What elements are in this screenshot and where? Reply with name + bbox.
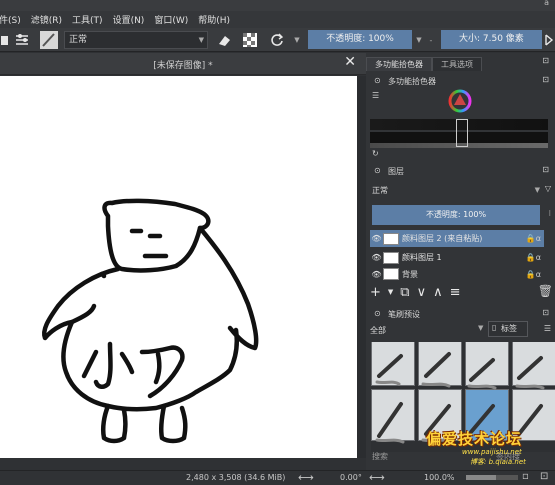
brush-size-slider[interactable]: 大小: 7.50 像素 bbox=[441, 30, 542, 49]
layer-properties-icon[interactable]: ≡ bbox=[450, 285, 461, 300]
layer-lock-icon[interactable]: 🔒α bbox=[514, 270, 544, 279]
rotate-icon[interactable]: ⟷ bbox=[298, 471, 314, 484]
fullscreen-icon[interactable]: ⊡ bbox=[540, 471, 548, 482]
drawing-canvas[interactable] bbox=[0, 76, 357, 458]
layer-blend-select[interactable]: 正常 ▼ bbox=[370, 184, 540, 197]
layer-blend-value: 正常 bbox=[372, 186, 388, 195]
chevron-down-icon: ▼ bbox=[534, 186, 540, 194]
window-title-bar: ā bbox=[0, 0, 555, 11]
separator-icon: - bbox=[429, 35, 433, 45]
close-icon[interactable]: ✕ bbox=[344, 54, 356, 70]
visibility-eye-icon[interactable]: 👁 bbox=[370, 234, 383, 243]
view-options-icon[interactable]: ☰ bbox=[544, 324, 551, 333]
sketch-drawing bbox=[42, 198, 259, 444]
tab-color-selector[interactable]: 多功能拾色器 bbox=[366, 57, 432, 71]
layer-thumbnail bbox=[383, 232, 399, 245]
opacity-stepper[interactable]: ⁝ bbox=[548, 209, 551, 218]
watermark-line2: www.paijishu.net bbox=[462, 448, 522, 456]
delete-layer-icon[interactable]: 🗑 bbox=[538, 284, 553, 298]
layer-row[interactable]: 👁 颜料图层 2 (来自粘贴) 🔒α bbox=[370, 230, 544, 247]
layer-name: 背景 bbox=[402, 269, 418, 279]
save-icon[interactable] bbox=[0, 28, 10, 52]
image-dimensions: 2,480 x 3,508 (34.6 MiB) bbox=[186, 473, 286, 482]
float-docker-icon[interactable]: ⊡ bbox=[542, 75, 549, 84]
tag-icon: ▯ bbox=[492, 323, 497, 332]
layer-name: 颜料图层 2 (来自粘贴) bbox=[402, 234, 483, 243]
brush-settings-icon[interactable] bbox=[12, 28, 34, 52]
tab-tool-options[interactable]: 工具选项 bbox=[432, 57, 482, 71]
layer-row[interactable]: 👁 背景 🔒α bbox=[370, 268, 544, 280]
layer-tools: + ▼ ⧉ ∨ ∧ ≡ bbox=[370, 282, 461, 302]
rotation-value: 0.00° bbox=[340, 473, 362, 482]
layer-thumbnail bbox=[383, 268, 399, 280]
brush-search-input[interactable]: 搜索 bbox=[372, 451, 388, 462]
status-bar: 2,480 x 3,508 (34.6 MiB) ⟷ 0.00° ⟷ 100.0… bbox=[0, 470, 555, 485]
lock-docker-icon[interactable]: ⊙ bbox=[374, 309, 381, 318]
watermark-logo: 偏爱技术论坛 www.paijishu.net 博客: b.qiaia.net bbox=[426, 428, 555, 468]
menu-file[interactable]: 件(S) bbox=[0, 13, 26, 26]
refresh-icon[interactable]: ↻ bbox=[372, 149, 379, 158]
window-title: ā bbox=[544, 0, 549, 7]
layers-panel-title: 图层 bbox=[388, 167, 404, 176]
zoom-slider[interactable] bbox=[466, 475, 518, 480]
chevron-down-icon[interactable]: ▼ bbox=[478, 324, 483, 332]
lock-docker-icon[interactable]: ⊙ bbox=[374, 76, 381, 85]
brush-preset-icon[interactable] bbox=[38, 28, 60, 52]
menu-tools[interactable]: 工具(T) bbox=[67, 13, 108, 26]
duplicate-layer-icon[interactable]: ⧉ bbox=[400, 285, 409, 300]
right-docker: 多功能拾色器 工具选项 ⊡ ⊙ 多功能拾色器 ⊡ ☰ ↻ ⊙ 图层 ⊡ 正常 ▼… bbox=[366, 53, 555, 470]
chevron-down-icon[interactable]: ▼ bbox=[414, 28, 424, 52]
reload-icon[interactable] bbox=[266, 28, 288, 52]
menu-help[interactable]: 帮助(H) bbox=[193, 13, 235, 26]
color-cursor[interactable] bbox=[456, 119, 468, 147]
color-panel-title: 多功能拾色器 bbox=[388, 77, 436, 86]
chevron-down-icon[interactable]: ▼ bbox=[292, 28, 302, 52]
color-wheel-icon[interactable] bbox=[448, 89, 472, 117]
blend-mode-select[interactable]: 正常 ▼ bbox=[64, 31, 208, 49]
brush-presets-title: 笔刷预设 bbox=[388, 310, 420, 319]
float-docker-icon[interactable]: ⊡ bbox=[542, 56, 549, 65]
add-layer-icon[interactable]: + bbox=[370, 285, 381, 300]
float-docker-icon[interactable]: ⊡ bbox=[542, 165, 549, 174]
tool-options-bar: 正常 ▼ ▼ 不透明度: 100% ▼ - 大小: 7.50 像素 bbox=[0, 28, 555, 52]
watermark-line3: 博客: b.qiaia.net bbox=[470, 458, 526, 466]
watermark-line1: 偏爱技术论坛 bbox=[426, 430, 523, 448]
layer-lock-icon[interactable]: 🔒α bbox=[514, 253, 544, 262]
tag-label: 标签 bbox=[501, 324, 517, 333]
document-tab[interactable]: [未保存图像] * bbox=[0, 58, 366, 71]
alpha-lock-icon[interactable] bbox=[240, 28, 260, 52]
layer-opacity-slider[interactable]: 不透明度: 100% bbox=[372, 205, 540, 225]
layer-name: 颜料图层 1 bbox=[402, 253, 442, 262]
canvas-vertical-scrollbar[interactable] bbox=[357, 76, 366, 458]
lock-docker-icon[interactable]: ⊙ bbox=[374, 166, 381, 175]
layer-lock-icon[interactable]: 🔒α bbox=[514, 234, 544, 243]
color-settings-icon[interactable]: ☰ bbox=[372, 91, 379, 100]
brush-filter-select[interactable]: 全部 bbox=[370, 325, 386, 336]
opacity-slider[interactable]: 不透明度: 100% bbox=[308, 30, 412, 49]
move-up-icon[interactable]: ∧ bbox=[433, 285, 443, 300]
layer-thumbnail bbox=[383, 251, 399, 264]
visibility-eye-icon[interactable]: 👁 bbox=[370, 253, 383, 262]
menu-bar: 件(S) 滤镜(R) 工具(T) 设置(N) 窗口(W) 帮助(H) bbox=[0, 11, 555, 28]
zoom-handle-icon[interactable]: ▫ bbox=[522, 471, 529, 482]
chevron-down-icon[interactable]: ▼ bbox=[388, 288, 393, 296]
menu-window[interactable]: 窗口(W) bbox=[149, 13, 193, 26]
blend-mode-value: 正常 bbox=[69, 35, 88, 45]
mirror-icon[interactable] bbox=[544, 28, 555, 52]
zoom-slider-fill bbox=[466, 475, 496, 480]
visibility-eye-icon[interactable]: 👁 bbox=[370, 270, 383, 279]
zoom-value[interactable]: 100.0% bbox=[424, 473, 455, 482]
filter-icon[interactable]: ▽ bbox=[545, 184, 551, 193]
float-docker-icon[interactable]: ⊡ bbox=[542, 308, 549, 317]
menu-settings[interactable]: 设置(N) bbox=[108, 13, 150, 26]
chevron-down-icon: ▼ bbox=[198, 36, 204, 44]
document-tab-bar: [未保存图像] * ✕ bbox=[0, 53, 366, 75]
fit-icon[interactable]: ⟷ bbox=[369, 471, 385, 484]
docker-tabs: 多功能拾色器 工具选项 bbox=[366, 57, 482, 71]
eraser-icon[interactable] bbox=[214, 28, 234, 52]
menu-filter[interactable]: 滤镜(R) bbox=[26, 13, 67, 26]
move-down-icon[interactable]: ∨ bbox=[417, 285, 427, 300]
layer-row[interactable]: 👁 颜料图层 1 🔒α bbox=[370, 249, 544, 266]
